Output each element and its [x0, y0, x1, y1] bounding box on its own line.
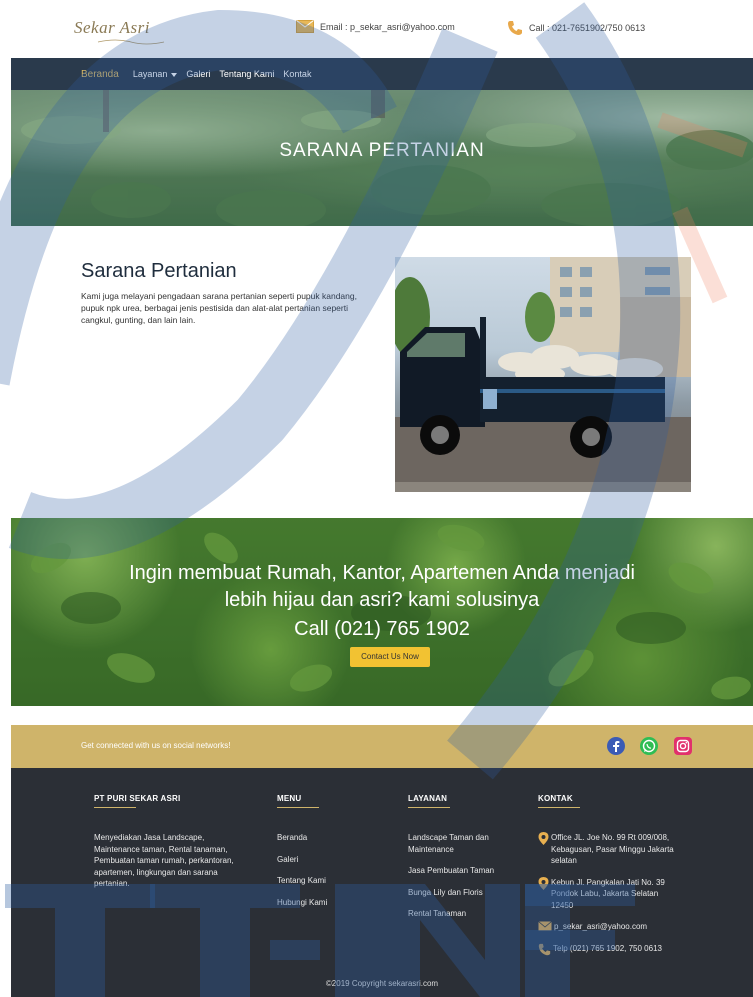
- contact-us-button[interactable]: Contact Us Now: [350, 647, 430, 667]
- footer-divider: [538, 807, 580, 808]
- footer-link-bunga-lily[interactable]: Bunga Lily dan Floris: [408, 887, 498, 899]
- copyright: ©2019 Copyright sekarasri.com: [325, 979, 439, 988]
- hero-title: SARANA PERTANIAN: [279, 140, 485, 161]
- page-title: Sarana Pertanian: [81, 260, 237, 282]
- footer-kebun-address: Kebun Jl. Pangkalan Jati No. 39 Pondok L…: [538, 876, 678, 912]
- footer-divider: [94, 807, 136, 808]
- caret-down-icon: [171, 72, 178, 77]
- footer-email-text[interactable]: p_sekar_asri@yahoo.com: [554, 921, 647, 933]
- cta-heading-line-1: Ingin membuat Rumah, Kantor, Apartemen A…: [129, 562, 635, 584]
- envelope-icon: [538, 921, 552, 931]
- envelope-icon: [296, 20, 314, 33]
- footer-divider: [277, 807, 319, 808]
- truck-image: [395, 257, 691, 492]
- footer-kontak: KONTAK Office JL. Joe No. 99 Rt 009/008,…: [538, 794, 678, 966]
- nav-item-galeri[interactable]: Galeri: [186, 69, 210, 79]
- footer-menu-heading: MENU: [277, 794, 302, 803]
- footer-layanan: LAYANAN Landscape Taman dan Maintenance …: [408, 794, 498, 930]
- footer-company-text: Menyediakan Jasa Landscape, Maintenance …: [94, 833, 234, 888]
- footer-office-text: Office JL. Joe No. 99 Rt 009/008, Kebagu…: [551, 833, 674, 865]
- footer-telp: Telp (021) 765 1902, 750 0613: [538, 943, 678, 956]
- footer-telp-text: Telp (021) 765 1902, 750 0613: [553, 943, 662, 953]
- footer-layanan-heading: LAYANAN: [408, 794, 448, 803]
- footer-office-address: Office JL. Joe No. 99 Rt 009/008, Kebagu…: [538, 832, 678, 867]
- footer-link-rental-tanaman[interactable]: Rental Tanaman: [408, 908, 498, 920]
- footer-email: p_sekar_asri@yahoo.com: [538, 921, 678, 933]
- footer-company-heading: PT PURI SEKAR ASRI: [94, 794, 181, 803]
- footer-divider: [408, 807, 450, 808]
- instagram-icon[interactable]: [674, 737, 692, 755]
- header-email-text: Email : p_sekar_asri@yahoo.com: [320, 21, 455, 32]
- cta-banner: Ingin membuat Rumah, Kantor, Apartemen A…: [11, 518, 753, 706]
- whatsapp-icon[interactable]: [640, 737, 658, 755]
- logo-flourish: [97, 39, 165, 45]
- top-header: Sekar Asri Email : p_sekar_asri@yahoo.co…: [0, 0, 753, 58]
- footer-kontak-heading: KONTAK: [538, 794, 573, 803]
- footer-company: PT PURI SEKAR ASRI Menyediakan Jasa Land…: [94, 794, 244, 890]
- site-footer: PT PURI SEKAR ASRI Menyediakan Jasa Land…: [11, 768, 753, 997]
- social-bar: Get connected with us on social networks…: [11, 725, 753, 768]
- footer-link-landscape[interactable]: Landscape Taman dan Maintenance: [408, 832, 498, 855]
- footer-kebun-text: Kebun Jl. Pangkalan Jati No. 39 Pondok L…: [551, 877, 665, 910]
- facebook-icon[interactable]: [607, 737, 625, 755]
- logo-text: Sekar Asri: [74, 18, 150, 37]
- nav-item-layanan-label: Layanan: [132, 69, 168, 79]
- map-pin-icon: [538, 876, 549, 890]
- footer-link-tentang-kami[interactable]: Tentang Kami: [277, 875, 367, 887]
- footer-link-pembuatan-taman[interactable]: Jasa Pembuatan Taman: [408, 865, 498, 877]
- map-pin-icon: [538, 832, 549, 845]
- nav-item-tentang-kami[interactable]: Tentang Kami: [219, 69, 274, 79]
- nav-item-layanan[interactable]: Layanan: [133, 69, 178, 79]
- truck-illustration: [395, 257, 691, 492]
- nav-item-kontak[interactable]: Kontak: [283, 69, 311, 79]
- footer-link-hubungi-kami[interactable]: Hubungi Kami: [277, 897, 367, 909]
- cta-phone: Call (021) 765 1902: [294, 618, 470, 640]
- footer-link-beranda[interactable]: Beranda: [277, 832, 367, 844]
- cta-overlay: [11, 518, 753, 706]
- header-email: Email : p_sekar_asri@yahoo.com: [296, 20, 455, 33]
- header-phone-text: Call : 021-7651902/750 0613: [529, 23, 646, 33]
- page-description: Kami juga melayani pengadaan sarana pert…: [81, 291, 357, 325]
- site-logo[interactable]: Sekar Asri: [72, 12, 165, 46]
- cta-heading-line-2: lebih hijau dan asri? kami solusinya: [224, 589, 540, 611]
- phone-icon: [538, 943, 551, 955]
- nav-item-beranda[interactable]: Beranda: [81, 69, 119, 80]
- social-text: Get connected with us on social networks…: [81, 741, 231, 750]
- footer-link-galeri[interactable]: Galeri: [277, 854, 367, 866]
- phone-icon: [508, 21, 522, 35]
- footer-menu: MENU Beranda Galeri Tentang Kami Hubungi…: [277, 794, 367, 918]
- header-phone: Call : 021-7651902/750 0613: [507, 20, 645, 36]
- main-navbar: Beranda Layanan Galeri Tentang Kami Kont…: [11, 58, 753, 90]
- page-hero-banner: SARANA PERTANIAN: [11, 90, 753, 226]
